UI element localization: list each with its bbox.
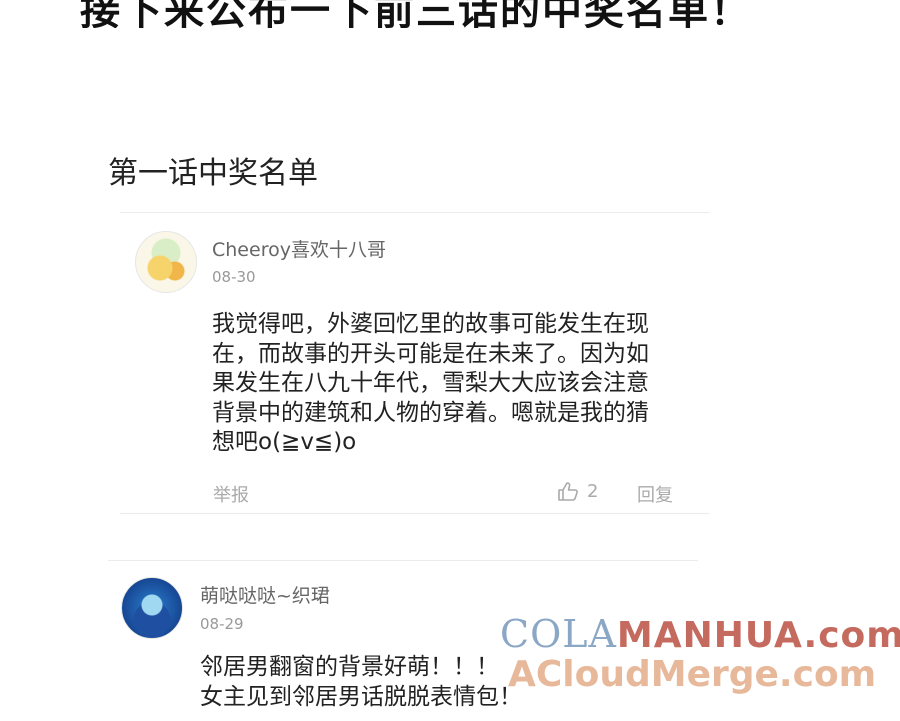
avatar[interactable] [135, 231, 197, 293]
avatar[interactable] [121, 577, 183, 639]
comment-line: 想吧o(≧v≦)o [212, 429, 357, 455]
comment-line: 背景中的建筑和人物的穿着。嗯就是我的猜 [212, 399, 649, 426]
comment-text: 我觉得吧，外婆回忆里的故事可能发生在现 在，而故事的开头可能是在未来了。因为如 … [212, 310, 702, 458]
username[interactable]: Cheeroy喜欢十八哥 [212, 235, 386, 262]
comment-date: 08-30 [212, 268, 256, 286]
comment-date: 08-29 [200, 615, 244, 633]
watermark-cola: COLA [500, 612, 617, 656]
section-title: 第一话中奖名单 [108, 156, 318, 191]
watermark-manhua: MANHUA [616, 615, 804, 656]
comment-line: 在，而故事的开头可能是在未来了。因为如 [212, 340, 649, 367]
watermark-line-1: COLAMANHUA.com [500, 612, 900, 656]
watermark-domain: .com [803, 615, 900, 656]
comment-card: Cheeroy喜欢十八哥 08-30 我觉得吧，外婆回忆里的故事可能发生在现 在… [120, 212, 710, 514]
banner-heading: 接下来公布一下前三话的中奖名单！ [80, 0, 752, 28]
like-count: 2 [587, 481, 599, 502]
watermark: COLAMANHUA.com ACloudMerge.com [500, 612, 900, 697]
thumbs-up-icon[interactable] [557, 481, 579, 501]
watermark-line-2: ACloudMerge.com [508, 654, 877, 695]
comment-line: 我觉得吧，外婆回忆里的故事可能发生在现 [212, 311, 649, 337]
report-button[interactable]: 举报 [213, 481, 249, 507]
reply-button[interactable]: 回复 [637, 481, 673, 507]
username[interactable]: 萌哒哒哒~织珺 [200, 581, 330, 608]
comment-line: 果发生在八九十年代，雪梨大大应该会注意 [212, 370, 649, 396]
